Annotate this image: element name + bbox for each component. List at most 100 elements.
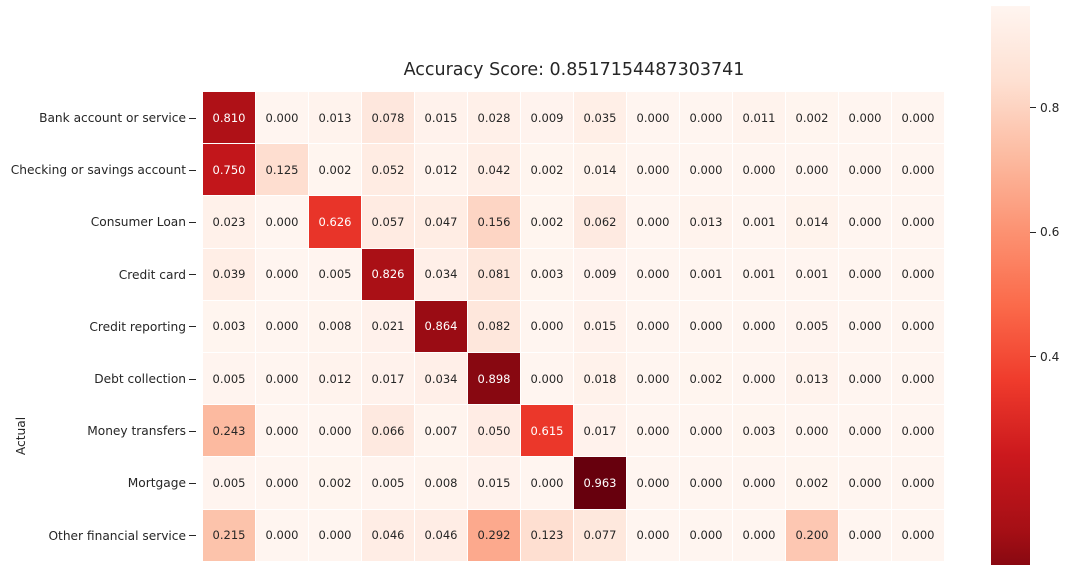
y-tick-label-text: Credit card [118, 267, 186, 282]
colorbar-tick: 0.6 [1030, 225, 1059, 239]
heatmap-cell: 0.046 [415, 509, 468, 562]
heatmap-cell: 0.000 [839, 144, 892, 197]
heatmap-cell: 0.028 [468, 92, 521, 145]
heatmap-cell: 0.000 [839, 405, 892, 458]
y-tick-label: Debt collection [0, 353, 196, 405]
heatmap-cell: 0.002 [521, 196, 574, 249]
heatmap-cell: 0.015 [468, 457, 521, 510]
heatmap-cell: 0.000 [680, 300, 733, 353]
heatmap-cell: 0.005 [309, 248, 362, 301]
heatmap-cell: 0.018 [574, 352, 627, 406]
heatmap-cell: 0.000 [680, 144, 733, 197]
heatmap-cell: 0.156 [468, 196, 521, 249]
heatmap-cell: 0.013 [786, 352, 839, 406]
heatmap-cell: 0.014 [574, 144, 627, 197]
heatmap-cell: 0.000 [892, 248, 945, 301]
heatmap-cell: 0.864 [415, 300, 468, 353]
heatmap-cell: 0.000 [839, 196, 892, 249]
heatmap-cell: 0.000 [680, 405, 733, 458]
y-tick-label-text: Other financial service [48, 528, 186, 543]
heatmap-cell: 0.057 [362, 196, 415, 249]
heatmap-cell: 0.000 [680, 509, 733, 562]
y-tick-mark [189, 117, 196, 119]
colorbar-tick-mark [1030, 356, 1036, 358]
heatmap-cell: 0.123 [521, 509, 574, 562]
heatmap-cell: 0.000 [627, 457, 680, 510]
heatmap-cell: 0.012 [415, 144, 468, 197]
heatmap-cell: 0.013 [680, 196, 733, 249]
heatmap-cell: 0.000 [521, 457, 574, 510]
heatmap-cell: 0.000 [839, 457, 892, 510]
heatmap-cell: 0.000 [680, 457, 733, 510]
heatmap-cell: 0.826 [362, 248, 415, 301]
heatmap-cell: 0.002 [786, 92, 839, 145]
heatmap-cell: 0.008 [415, 457, 468, 510]
heatmap-cell: 0.000 [256, 248, 309, 301]
y-tick-mark [189, 535, 196, 537]
heatmap-cell: 0.005 [362, 457, 415, 510]
heatmap-cell: 0.001 [733, 248, 786, 301]
heatmap-cell: 0.000 [256, 300, 309, 353]
heatmap-cell: 0.062 [574, 196, 627, 249]
heatmap-grid: 0.810 0.000 0.013 0.078 0.015 0.028 0.009 0.035… [203, 92, 945, 562]
colorbar-tick-label: 0.4 [1040, 349, 1060, 364]
y-tick-label-text: Consumer Loan [90, 215, 186, 230]
heatmap-cell: 0.963 [574, 457, 627, 510]
heatmap-cell: 0.000 [892, 457, 945, 510]
heatmap-cell: 0.002 [680, 352, 733, 406]
y-tick-label: Consumer Loan [0, 196, 196, 248]
heatmap-row: 0.039 0.000 0.005 0.826 0.034 0.081 0.003 0.009… [203, 248, 945, 301]
heatmap-cell: 0.017 [574, 405, 627, 458]
heatmap-cell: 0.082 [468, 300, 521, 353]
heatmap-cell: 0.810 [203, 92, 256, 145]
heatmap-cell: 0.626 [309, 196, 362, 249]
y-tick-label: Mortgage [0, 457, 196, 509]
heatmap-cell: 0.005 [203, 352, 256, 406]
heatmap-cell: 0.000 [786, 144, 839, 197]
heatmap-cell: 0.039 [203, 248, 256, 301]
heatmap-cell: 0.021 [362, 300, 415, 353]
heatmap-cell: 0.000 [680, 92, 733, 145]
colorbar-tick: 0.4 [1030, 350, 1059, 364]
colorbar-tick: 0.8 [1030, 101, 1059, 115]
y-tick-label: Credit reporting [0, 301, 196, 353]
y-tick-label-text: Mortgage [127, 476, 186, 491]
heatmap-cell: 0.000 [256, 352, 309, 406]
heatmap-cell: 0.000 [892, 352, 945, 406]
y-tick-mark [189, 326, 196, 328]
heatmap-cell: 0.017 [362, 352, 415, 406]
y-tick-mark [189, 221, 196, 223]
colorbar-tick-mark [1030, 231, 1036, 233]
heatmap-cell: 0.034 [415, 248, 468, 301]
page-title: Accuracy Score: 0.8517154487303741 [403, 60, 745, 80]
heatmap-cell: 0.077 [574, 509, 627, 562]
y-tick-label: Checking or savings account [0, 144, 196, 196]
heatmap-cell: 0.009 [574, 248, 627, 301]
heatmap-cell: 0.898 [468, 352, 521, 406]
heatmap-cell: 0.000 [627, 405, 680, 458]
heatmap-cell: 0.023 [203, 196, 256, 249]
heatmap-cell: 0.050 [468, 405, 521, 458]
heatmap-cell: 0.007 [415, 405, 468, 458]
y-tick-mark [189, 430, 196, 432]
heatmap-cell: 0.000 [733, 144, 786, 197]
heatmap-cell: 0.215 [203, 509, 256, 562]
heatmap-cell: 0.000 [627, 352, 680, 406]
heatmap-cell: 0.000 [733, 352, 786, 406]
heatmap-cell: 0.000 [839, 248, 892, 301]
heatmap-cell: 0.009 [521, 92, 574, 145]
heatmap-cell: 0.034 [415, 352, 468, 406]
heatmap-cell: 0.000 [627, 248, 680, 301]
heatmap-cell: 0.125 [256, 144, 309, 197]
y-tick-label-text: Checking or savings account [10, 163, 186, 178]
heatmap-cell: 0.000 [892, 196, 945, 249]
heatmap-cell: 0.011 [733, 92, 786, 145]
heatmap-cell: 0.046 [362, 509, 415, 562]
heatmap-cell: 0.000 [733, 300, 786, 353]
heatmap-cell: 0.000 [256, 196, 309, 249]
colorbar: 0.8 0.6 0.4 [991, 6, 1059, 565]
heatmap-cell: 0.014 [786, 196, 839, 249]
heatmap-cell: 0.066 [362, 405, 415, 458]
heatmap-cell: 0.042 [468, 144, 521, 197]
heatmap-cell: 0.000 [521, 352, 574, 406]
